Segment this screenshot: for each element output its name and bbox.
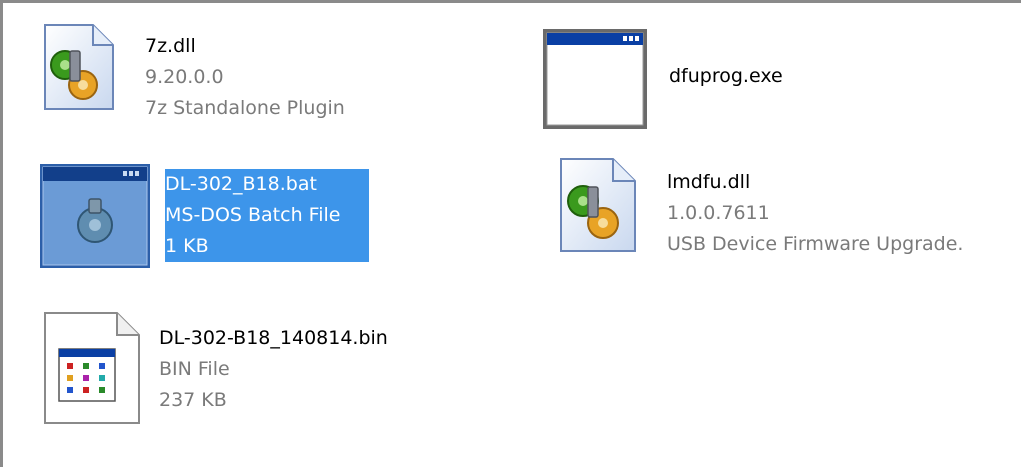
file-name: DL-302-B18_140814.bin — [159, 327, 388, 349]
file-size: 1 KB — [165, 231, 369, 262]
dll-gears-icon — [37, 21, 117, 113]
file-item-7z-dll[interactable]: 7z.dll 9.20.0.0 7z Standalone Plugin — [33, 21, 433, 121]
file-item-dfuprog-exe[interactable]: dfuprog.exe — [541, 27, 871, 137]
file-name: 7z.dll — [145, 35, 196, 57]
file-size: 237 KB — [159, 389, 227, 411]
file-name: dfuprog.exe — [669, 65, 783, 87]
file-version: 9.20.0.0 — [145, 66, 224, 88]
file-name: DL-302_B18.bat — [165, 169, 369, 200]
file-version: 1.0.0.7611 — [667, 202, 770, 224]
file-item-text: lmdfu.dll 1.0.0.7611 USB Device Firmware… — [667, 167, 963, 260]
file-item-text: dfuprog.exe — [669, 61, 783, 92]
file-description: USB Device Firmware Upgrade. — [667, 233, 964, 255]
bin-file-icon — [39, 309, 143, 427]
dll-gears-icon — [553, 155, 639, 255]
file-item-text: DL-302_B18.bat MS-DOS Batch File 1 KB — [165, 169, 369, 262]
file-type: BIN File — [159, 358, 230, 380]
exe-window-icon — [541, 27, 649, 131]
file-list-pane: 7z.dll 9.20.0.0 7z Standalone Plugin dfu… — [0, 0, 1021, 467]
file-item-text: DL-302-B18_140814.bin BIN File 237 KB — [159, 323, 388, 416]
file-item-dl-302-b18-bin[interactable]: DL-302-B18_140814.bin BIN File 237 KB — [39, 309, 479, 429]
file-item-dl-302-b18-bat[interactable]: DL-302_B18.bat MS-DOS Batch File 1 KB — [39, 163, 379, 271]
file-type: MS-DOS Batch File — [165, 200, 369, 231]
file-name: lmdfu.dll — [667, 171, 751, 193]
batch-gear-icon — [39, 163, 151, 269]
file-item-text: 7z.dll 9.20.0.0 7z Standalone Plugin — [145, 31, 345, 124]
file-item-lmdfu-dll[interactable]: lmdfu.dll 1.0.0.7611 USB Device Firmware… — [553, 153, 1021, 263]
file-description: 7z Standalone Plugin — [145, 97, 345, 119]
